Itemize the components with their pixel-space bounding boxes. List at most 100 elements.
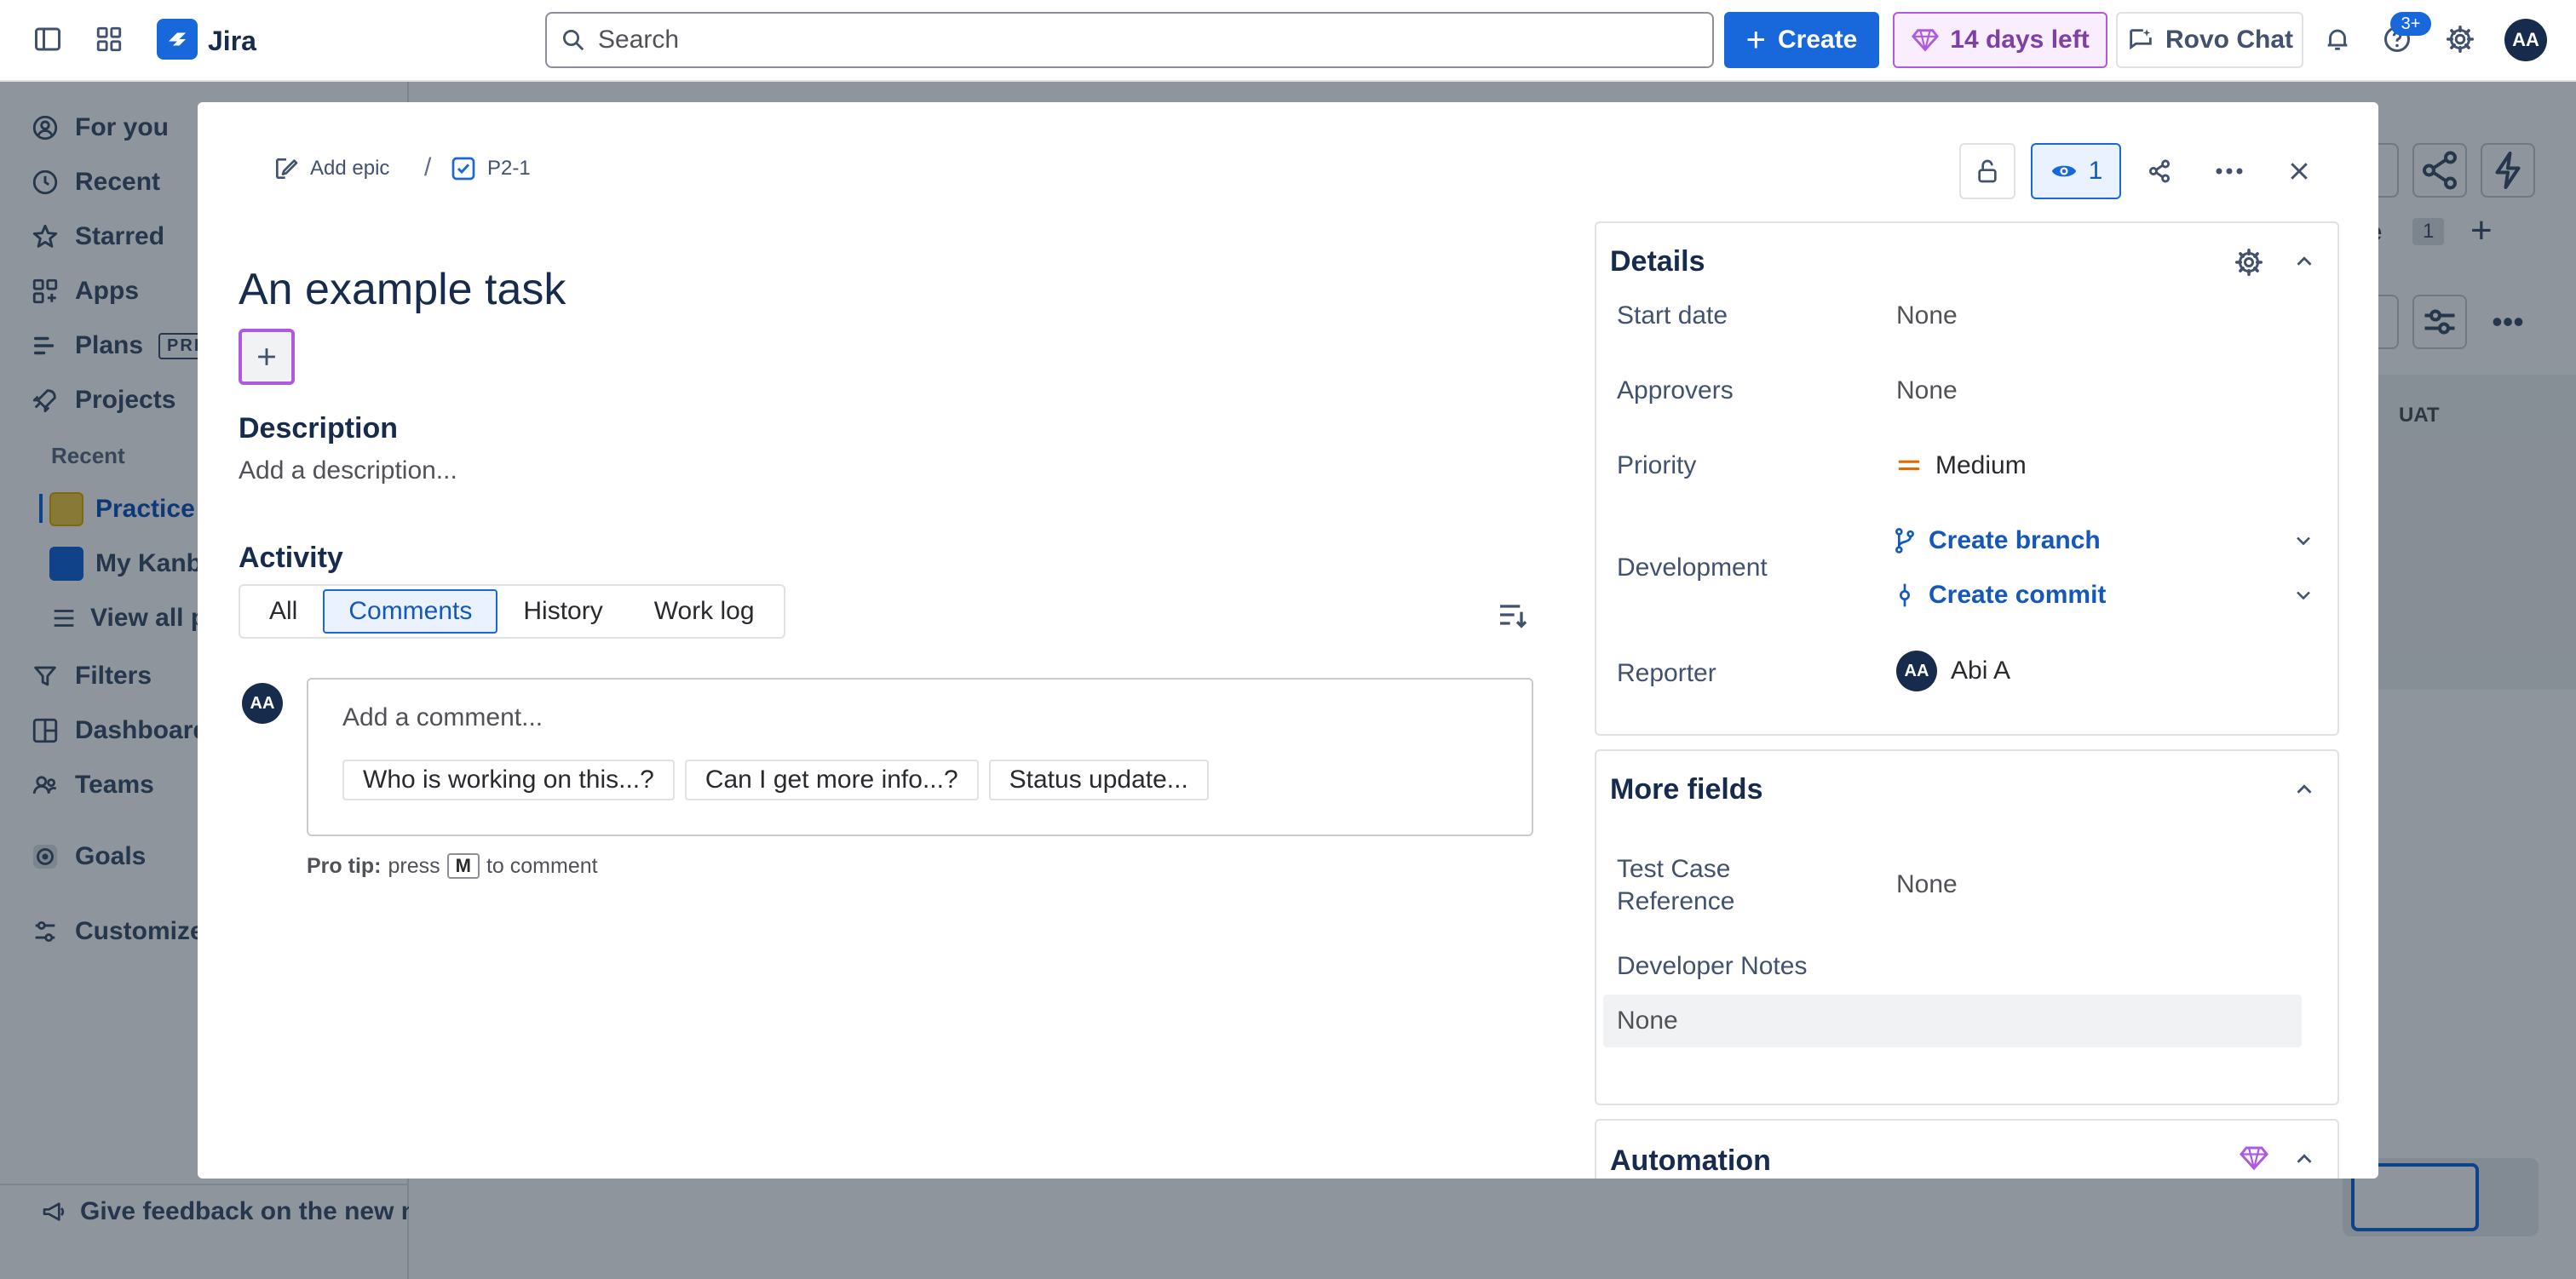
suggestion-chip[interactable]: Who is working on this...? [342,760,675,800]
tab-all[interactable]: All [244,589,323,634]
sort-icon [1500,605,1527,628]
issue-modal: Add epic / P2-1 An example task Descript… [198,102,2378,1179]
create-commit-link[interactable]: Create commit [1893,581,2315,610]
user-avatar[interactable]: AA [2504,19,2547,61]
description-heading: Description [239,412,399,444]
start-date-label: Start date [1617,301,1728,330]
keyboard-shortcut: M [446,853,480,879]
activity-tabs: All Comments History Work log [239,584,785,639]
test-case-value[interactable]: None [1896,870,1958,899]
comment-suggestions: Who is working on this...? Can I get mor… [342,760,1209,800]
start-date-value[interactable]: None [1896,301,1958,330]
approvers-value[interactable]: None [1896,376,1958,405]
add-epic-label: Add epic [310,157,390,180]
jira-logo-icon[interactable] [157,19,198,60]
app-switcher-icon [96,26,122,52]
reporter-avatar: AA [1896,651,1937,691]
top-navigation: Jira Search + Create 14 days left Rovo C… [0,0,2576,82]
description-input[interactable]: Add a description... [239,456,457,485]
create-label: Create [1777,26,1858,54]
pro-tip: Pro tip: press M to comment [307,853,598,879]
create-branch-label: Create branch [1929,526,2101,554]
branch-icon [1895,528,1914,553]
comment-input[interactable]: Add a comment... Who is working on this.… [307,678,1533,836]
search-input[interactable]: Search [545,12,1714,68]
tab-history[interactable]: History [497,589,628,634]
edit-icon [276,158,298,179]
collapse-automation-button[interactable] [2291,1146,2317,1176]
tab-work-log[interactable]: Work log [629,589,780,634]
premium-diamond-icon [1912,29,1940,52]
trial-button[interactable]: 14 days left [1893,12,2107,68]
sort-button[interactable] [1496,598,1530,636]
eye-icon [2051,165,2076,177]
test-case-label: Test Case Reference [1617,855,1735,915]
more-fields-heading[interactable]: More fields [1610,773,1762,806]
add-epic-button[interactable]: Add epic [273,155,389,182]
breadcrumb-separator: / [424,153,432,181]
restrictions-button[interactable] [1959,143,2015,199]
automation-premium-icon [2239,1144,2269,1176]
create-branch-link[interactable]: Create branch [1893,526,2315,555]
chevron-up-icon [2297,784,2312,794]
close-icon [2291,163,2308,180]
rovo-chat-icon [2130,29,2152,50]
pro-tip-label: Pro tip: [307,853,382,878]
chevron-up-icon [2297,256,2312,266]
collapse-details-button[interactable] [2291,249,2317,278]
pro-tip-press: press [388,853,440,878]
details-settings-button[interactable] [2234,247,2264,282]
chevron-down-icon [2297,591,2310,600]
pro-tip-suffix: to comment [486,853,598,878]
automation-panel: Automation [1595,1119,2339,1179]
suggestion-chip[interactable]: Can I get more info...? [684,760,979,800]
close-button[interactable] [2271,143,2327,199]
settings-button[interactable] [2433,12,2487,66]
more-actions-button[interactable] [2201,143,2257,199]
watch-count: 1 [2088,157,2103,185]
add-content-button[interactable] [239,329,295,385]
issue-title[interactable]: An example task [239,264,566,315]
sidebar-toggle-button[interactable] [20,12,75,66]
rovo-chat-button[interactable]: Rovo Chat [2116,12,2303,68]
priority-medium-icon [1898,460,1920,471]
rovo-label: Rovo Chat [2165,26,2293,54]
gear-icon [2234,248,2263,277]
developer-notes-label: Developer Notes [1617,952,1808,980]
reporter-label: Reporter [1617,659,1716,687]
reporter-value[interactable]: AA Abi A [1896,651,2010,691]
bell-icon [2327,29,2348,50]
search-icon [563,30,584,51]
approvers-label: Approvers [1617,376,1734,404]
automation-heading[interactable]: Automation [1610,1144,1771,1178]
share-icon [2148,159,2171,183]
issue-key: P2-1 [487,157,531,180]
app-switcher-button[interactable] [82,12,136,66]
plus-icon: + [1745,21,1766,59]
reporter-name: Abi A [1951,657,2011,685]
activity-heading: Activity [239,542,343,574]
notification-badge: 3+ [2390,12,2431,36]
gear-icon [2446,25,2475,54]
create-button[interactable]: + Create [1724,12,1879,68]
notifications-button[interactable] [2310,12,2365,66]
issue-key-link[interactable]: P2-1 [450,155,531,182]
task-checkbox-icon [451,157,475,181]
watch-button[interactable]: 1 [2031,143,2121,199]
developer-notes-field[interactable]: None [1603,995,2302,1047]
collapse-more-fields-button[interactable] [2291,777,2317,806]
app-name[interactable]: Jira [208,20,256,61]
priority-value[interactable]: Medium [1896,451,2027,480]
more-icon [2216,168,2243,175]
priority-label: Priority [1617,451,1697,479]
create-commit-label: Create commit [1929,581,2107,609]
share-button[interactable] [2131,143,2188,199]
suggestion-chip[interactable]: Status update... [988,760,1209,800]
search-placeholder: Search [598,26,680,54]
tab-comments[interactable]: Comments [323,589,498,634]
details-heading[interactable]: Details [1610,245,1705,278]
comment-placeholder: Add a comment... [342,703,543,731]
priority-text: Medium [1935,451,2027,479]
commit-icon [1900,583,1910,607]
more-fields-panel: More fields Test Case Reference None Dev… [1595,749,2339,1105]
